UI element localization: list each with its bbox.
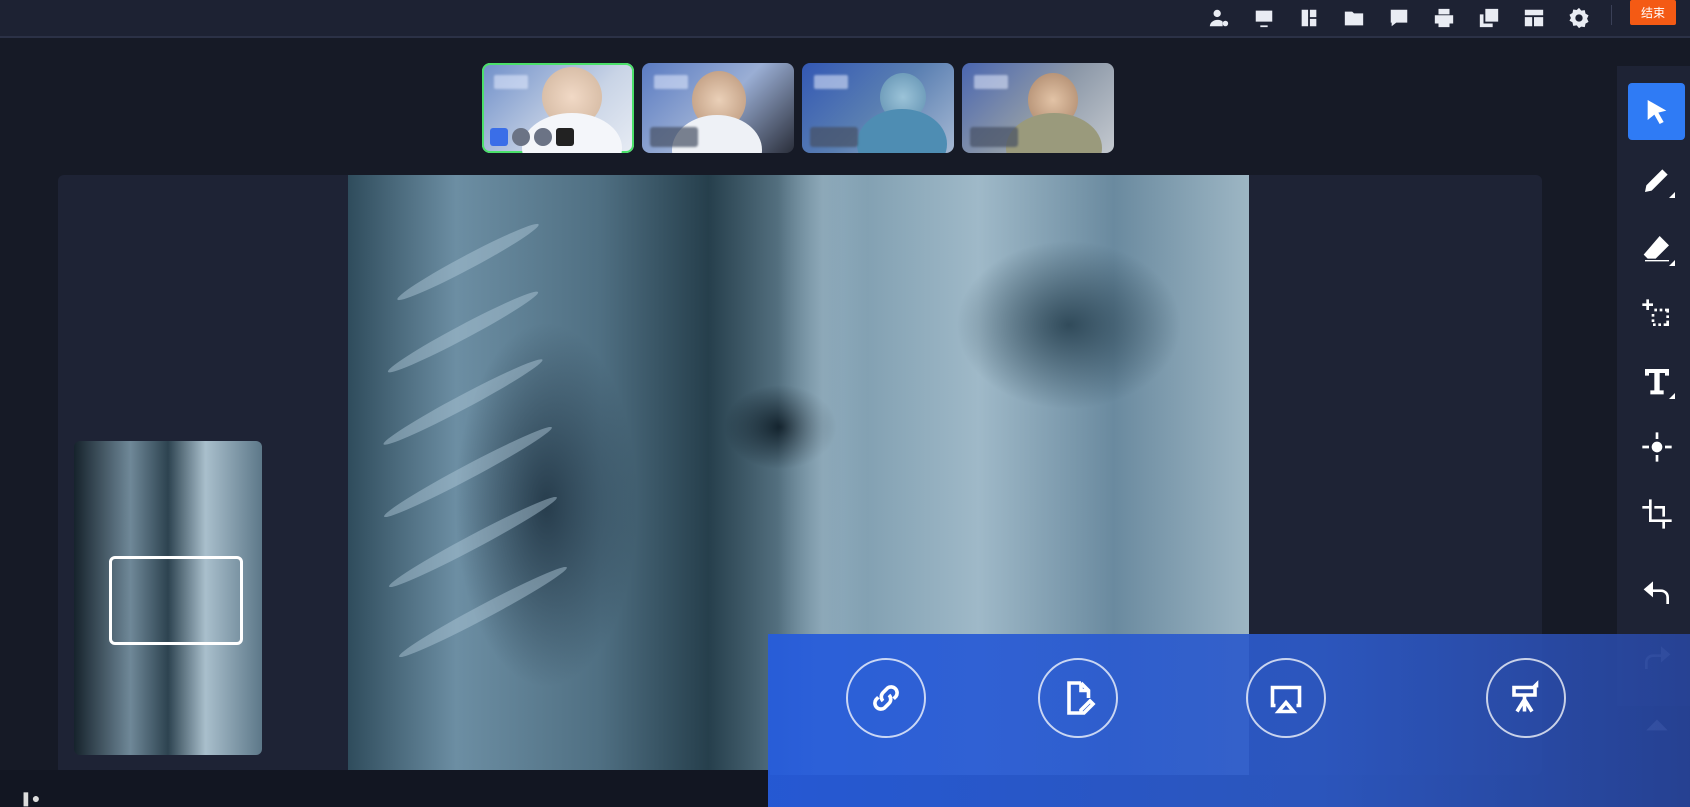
projector-label [1426,760,1630,786]
participant-strip [482,63,1114,153]
participant-name [654,75,688,89]
status-icon: ❚● [20,790,41,806]
participant-tile[interactable] [962,63,1114,153]
signal-icon [556,128,574,146]
user-settings-icon[interactable] [1203,3,1234,34]
airplay-icon [1270,685,1302,714]
share-link-button[interactable] [846,658,926,738]
projector-icon [1512,680,1539,713]
rib-shade [384,285,542,379]
rib-shade [380,353,546,451]
participant-body [857,109,947,153]
pen-icon [1644,168,1668,192]
camera-icon[interactable] [512,128,530,146]
participant-name [494,75,528,89]
participant-name [814,75,848,89]
dropdown-corner-icon [1669,192,1675,198]
share-link-label [804,760,968,786]
gear-icon[interactable] [1563,3,1594,34]
top-icon-group [1203,0,1594,36]
select-tool[interactable] [1628,83,1685,140]
link-icon [873,685,899,711]
share-document-label [1016,760,1140,786]
crop-icon [1641,498,1672,529]
rib-shade [395,561,571,663]
undo-tool[interactable] [1628,563,1685,620]
select-area-tool[interactable] [1628,285,1685,342]
dropdown-corner-icon [1669,393,1675,399]
dropdown-corner-icon [1669,260,1675,266]
tile-controls [490,127,574,147]
copy-icon[interactable] [1473,3,1504,34]
eraser-icon [1643,235,1669,261]
pen-tool[interactable] [1628,151,1685,208]
printer-icon[interactable] [1428,3,1459,34]
laser-pointer-icon [1641,431,1672,462]
end-meeting-button[interactable]: 结束 [1630,0,1676,25]
text-icon [1644,368,1669,394]
layout-icon[interactable] [1293,3,1324,34]
screen-share-icon[interactable] [1248,3,1279,34]
tile-controls [810,127,858,147]
cursor-icon [1647,99,1666,124]
dashboard-icon[interactable] [1518,3,1549,34]
participant-tile[interactable] [482,63,634,153]
toolbar-divider [1611,5,1612,25]
crop-tool[interactable] [1628,485,1685,542]
minimap-viewport[interactable] [109,556,243,645]
share-document-button[interactable] [1038,658,1118,738]
pin-icon[interactable] [534,128,552,146]
text-tool[interactable] [1628,352,1685,409]
undo-icon [1643,580,1669,604]
tile-controls [970,127,1018,147]
chat-icon[interactable] [1383,3,1414,34]
edit-document-icon [1067,681,1096,715]
laser-tool[interactable] [1628,418,1685,475]
select-area-icon [1641,298,1669,326]
participant-body [1006,113,1102,153]
projector-button[interactable] [1486,658,1566,738]
participant-tile[interactable] [642,63,794,153]
participant-name [974,75,1008,89]
screen-cast-label [1186,760,1382,786]
bottom-bar [0,770,770,807]
mic-icon[interactable] [490,128,508,146]
rib-shade [394,218,542,306]
top-bar: 结束 [0,0,1690,38]
folder-icon[interactable] [1338,3,1369,34]
screen-cast-button[interactable] [1246,658,1326,738]
participant-tile[interactable] [802,63,954,153]
tile-controls [650,127,698,147]
eraser-tool[interactable] [1628,219,1685,276]
